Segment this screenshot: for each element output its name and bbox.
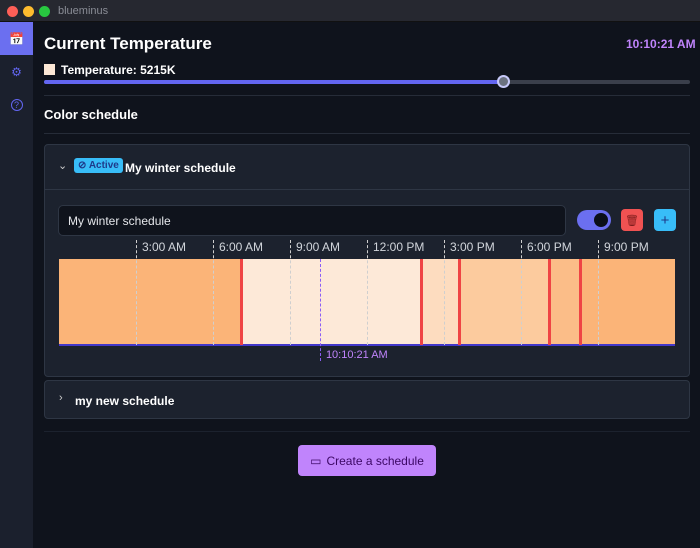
transition-handle[interactable] (548, 259, 552, 345)
temperature-label: Temperature: 5215K (61, 63, 176, 77)
plus-icon: + (660, 211, 670, 229)
timeline-segment[interactable] (241, 259, 421, 345)
sidebar: 📅 ⚙ ? (0, 22, 33, 548)
add-transition-button[interactable]: + (654, 209, 676, 231)
tick-line (444, 240, 445, 345)
chevron-down-icon: ⌄ (58, 160, 68, 172)
timeline-segment[interactable] (459, 259, 550, 345)
tick-label: 3:00 PM (450, 240, 495, 254)
create-schedule-label: Create a schedule (326, 453, 424, 468)
create-schedule-button[interactable]: ▭ Create a schedule (298, 445, 436, 476)
chevron-right-icon: › (59, 392, 63, 404)
tick-label: 6:00 PM (527, 240, 572, 254)
current-clock: 10:10:21 AM (626, 37, 696, 51)
transition-handle[interactable] (579, 259, 583, 345)
divider (44, 133, 690, 134)
transition-handle[interactable] (240, 259, 244, 345)
current-time-label: 10:10:21 AM (325, 349, 388, 361)
schedule-enabled-toggle[interactable] (577, 210, 611, 230)
tick-label: 12:00 PM (373, 240, 425, 254)
badge-label: Active (88, 160, 119, 171)
schedule-name: My winter schedule (125, 161, 236, 175)
active-badge: ⊘ Active (74, 158, 123, 173)
help-circle-icon: ? (10, 98, 23, 111)
window-title: blueminus (58, 5, 109, 17)
tick-line (521, 240, 522, 345)
tick-label: 9:00 AM (296, 240, 341, 254)
schedule-name: my new schedule (75, 394, 175, 408)
delete-schedule-button[interactable]: 🗑 (621, 209, 643, 231)
calendar-clock-icon: 📅 (9, 31, 24, 46)
title-bar: blueminus (0, 0, 700, 22)
current-time-marker (319, 259, 321, 361)
tick-line (367, 240, 368, 345)
page-title: Current Temperature (44, 34, 212, 53)
tick-line (290, 240, 291, 345)
transition-handle[interactable] (458, 259, 462, 345)
schedule-header[interactable]: ⌄ ⊘ Active My winter schedule (45, 145, 689, 190)
timeline-segment[interactable] (580, 259, 675, 345)
gear-icon: ⚙ (11, 64, 22, 79)
check-circle-icon: ⊘ (78, 160, 87, 171)
sidebar-item-settings[interactable]: ⚙ (0, 55, 33, 88)
schedule-card-collapsed[interactable]: › my new schedule (44, 380, 690, 419)
tick-label: 6:00 AM (219, 240, 264, 254)
close-window-button[interactable] (7, 6, 18, 17)
divider (44, 431, 690, 432)
tick-label: 3:00 AM (142, 240, 187, 254)
tick-line (598, 240, 599, 345)
minimize-window-button[interactable] (23, 6, 34, 17)
timeline-segment[interactable] (549, 259, 581, 345)
divider (44, 95, 690, 96)
tick-line (136, 240, 137, 345)
maximize-window-button[interactable] (39, 6, 50, 17)
transition-handle[interactable] (419, 259, 423, 345)
sidebar-item-help[interactable]: ? (0, 88, 33, 121)
slider-handle[interactable] (496, 75, 510, 88)
section-title: Color schedule (44, 107, 138, 122)
schedule-name-input[interactable] (58, 205, 566, 236)
tick-line (213, 240, 214, 345)
slider-fill (44, 80, 503, 84)
sidebar-item-schedule[interactable]: 📅 (0, 22, 33, 55)
temperature-slider[interactable] (44, 75, 690, 88)
tick-label: 9:00 PM (604, 240, 649, 254)
calendar-icon: ▭ (310, 453, 322, 468)
temperature-swatch (44, 64, 55, 75)
trash-icon: 🗑 (625, 214, 639, 227)
timeline-segment[interactable] (420, 259, 460, 345)
